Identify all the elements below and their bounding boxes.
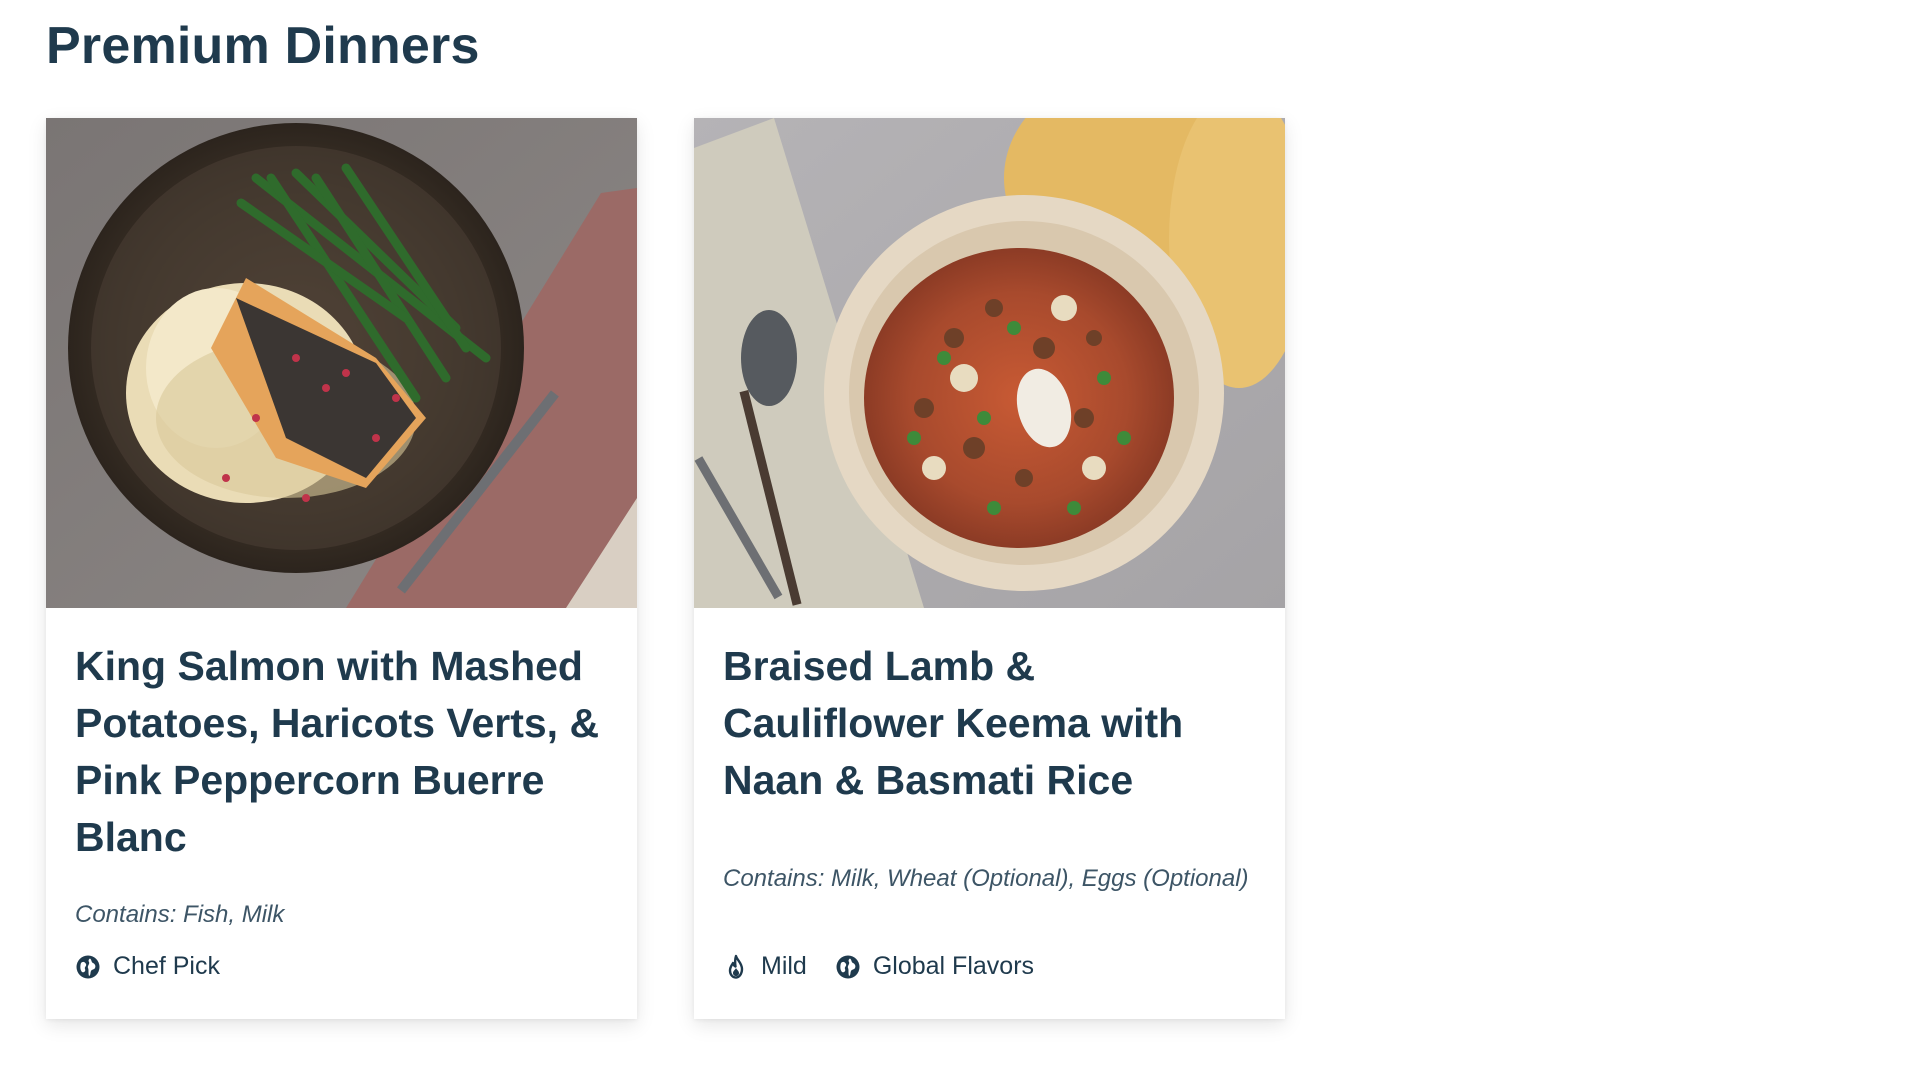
tag-mild: Mild	[723, 952, 807, 981]
meal-card-lamb-keema[interactable]: Braised Lamb & Cauliflower Keema with Na…	[694, 118, 1285, 1019]
keema-dish-photo	[694, 118, 1285, 608]
salmon-dish-photo	[46, 118, 637, 608]
allergen-info: Contains: Milk, Wheat (Optional), Eggs (…	[723, 865, 1249, 892]
meal-card-body: Braised Lamb & Cauliflower Keema with Na…	[694, 608, 1285, 809]
section-title: Premium Dinners	[46, 17, 480, 75]
meal-tags: Chef Pick	[75, 952, 220, 981]
tag-label: Mild	[761, 952, 807, 980]
meal-title[interactable]: Braised Lamb & Cauliflower Keema with Na…	[723, 638, 1257, 809]
meal-image-salmon[interactable]	[46, 118, 637, 608]
meal-card-list: King Salmon with Mashed Potatoes, Harico…	[46, 118, 1285, 1019]
tag-chef-pick: Chef Pick	[75, 952, 220, 981]
globe-icon	[75, 954, 101, 980]
meal-title[interactable]: King Salmon with Mashed Potatoes, Harico…	[75, 638, 609, 866]
meal-tags: Mild Global Flavors	[723, 952, 1034, 981]
tag-global-flavors: Global Flavors	[835, 952, 1034, 981]
premium-dinners-section: Premium Dinners King Salmon with Mashed …	[0, 0, 1932, 1070]
meal-card-salmon[interactable]: King Salmon with Mashed Potatoes, Harico…	[46, 118, 637, 1019]
allergen-info: Contains: Fish, Milk	[75, 901, 285, 928]
meal-card-body: King Salmon with Mashed Potatoes, Harico…	[46, 608, 637, 866]
meal-image-lamb-keema[interactable]	[694, 118, 1285, 608]
globe-icon	[835, 954, 861, 980]
tag-label: Chef Pick	[113, 952, 220, 980]
tag-label: Global Flavors	[872, 952, 1035, 980]
flame-icon	[723, 954, 749, 980]
